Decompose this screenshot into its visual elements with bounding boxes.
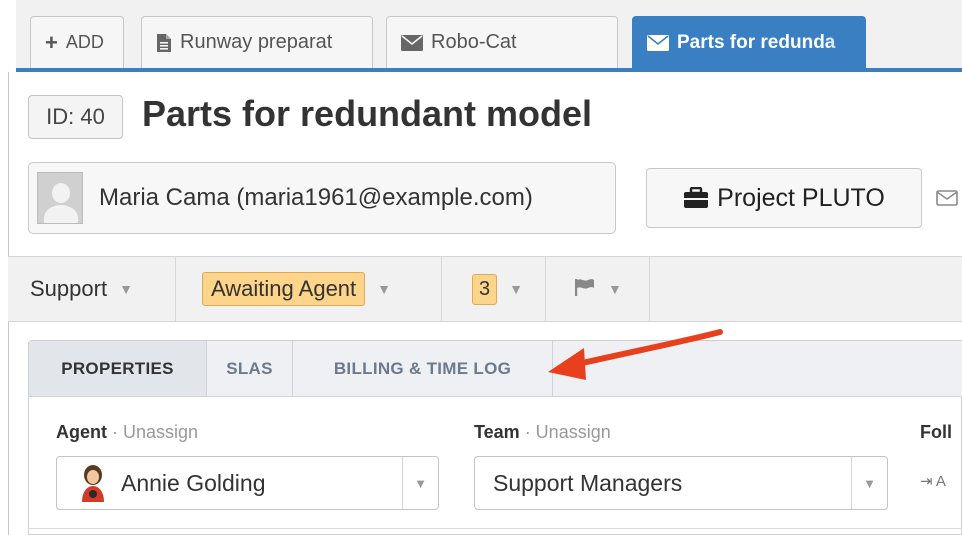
tab-label: Parts for redunda (677, 31, 836, 53)
briefcase-icon (683, 187, 709, 209)
caret-down-icon: ▼ (509, 281, 523, 297)
followers-label: Foll (920, 422, 952, 442)
tab-label: Robo-Cat (431, 31, 517, 53)
priority-badge: 3 (472, 273, 498, 305)
team-label: Team (474, 422, 520, 442)
tab-slas[interactable]: SLAS (207, 341, 293, 396)
ticket-status-toolbar: Support ▼ Awaiting Agent ▼ 3 ▼ ▼ (8, 256, 962, 322)
requester-name: Maria Cama (maria1961@example.com) (99, 184, 533, 211)
caret-down-icon: ▼ (608, 281, 622, 297)
panel-tab-bar: PROPERTIES SLAS BILLING & TIME LOG (29, 341, 962, 397)
team-value: Support Managers (493, 469, 683, 496)
project-button[interactable]: Project PLUTO (646, 168, 922, 228)
caret-down-icon[interactable]: ▼ (402, 457, 438, 509)
requester-box[interactable]: Maria Cama (maria1961@example.com) (28, 162, 616, 234)
caret-down-icon: ▼ (119, 281, 133, 297)
agent-select[interactable]: Annie Golding ▼ (56, 456, 439, 510)
flag-dropdown[interactable]: ▼ (546, 257, 650, 321)
tab-label: Runway preparat (180, 31, 333, 53)
annotation-arrow-icon (548, 329, 723, 380)
envelope-icon (647, 34, 669, 51)
plus-icon: + (45, 29, 58, 55)
agent-label: Agent (56, 422, 107, 442)
tab-runway-preparation[interactable]: Runway preparat (141, 16, 373, 68)
add-follower-label: A (935, 473, 946, 490)
team-field-label: Team · Unassign (474, 422, 611, 443)
status-dropdown[interactable]: Awaiting Agent ▼ (176, 257, 442, 321)
department-label: Support (30, 276, 108, 301)
project-label: Project PLUTO (717, 183, 885, 212)
agent-unassign-link[interactable]: · Unassign (107, 422, 198, 442)
sign-in-icon: ⇥ (920, 473, 933, 490)
ticket-id-badge: ID: 40 (28, 95, 123, 139)
agent-value: Annie Golding (121, 469, 266, 496)
tab-properties[interactable]: PROPERTIES (29, 341, 207, 396)
ticket-tab-bar: + ADD Runway preparat Robo-Cat Parts for… (16, 0, 962, 72)
caret-down-icon[interactable]: ▼ (851, 457, 887, 509)
agent-avatar (77, 464, 109, 502)
add-tab-label: ADD (65, 32, 104, 52)
tab-parts-for-redundant-model[interactable]: Parts for redunda (632, 16, 866, 68)
team-select[interactable]: Support Managers ▼ (474, 456, 888, 510)
document-icon (156, 33, 172, 53)
avatar (37, 172, 83, 224)
add-tab-button[interactable]: + ADD (30, 16, 124, 68)
ticket-title[interactable]: Parts for redundant model (142, 93, 592, 135)
team-unassign-link[interactable]: · Unassign (520, 422, 611, 442)
priority-dropdown[interactable]: 3 ▼ (442, 257, 546, 321)
flag-icon (574, 278, 596, 301)
tab-billing-time-log[interactable]: BILLING & TIME LOG (293, 341, 553, 396)
envelope-icon (401, 34, 423, 51)
caret-down-icon: ▼ (377, 281, 392, 297)
status-badge: Awaiting Agent (202, 272, 366, 306)
agent-field-label: Agent · Unassign (56, 422, 198, 443)
tab-robo-cat[interactable]: Robo-Cat (386, 16, 618, 68)
panel-row-divider (29, 528, 962, 529)
add-follower-link[interactable]: ⇥ A (920, 472, 962, 490)
department-dropdown[interactable]: Support ▼ (8, 257, 176, 321)
envelope-icon[interactable] (936, 190, 958, 206)
